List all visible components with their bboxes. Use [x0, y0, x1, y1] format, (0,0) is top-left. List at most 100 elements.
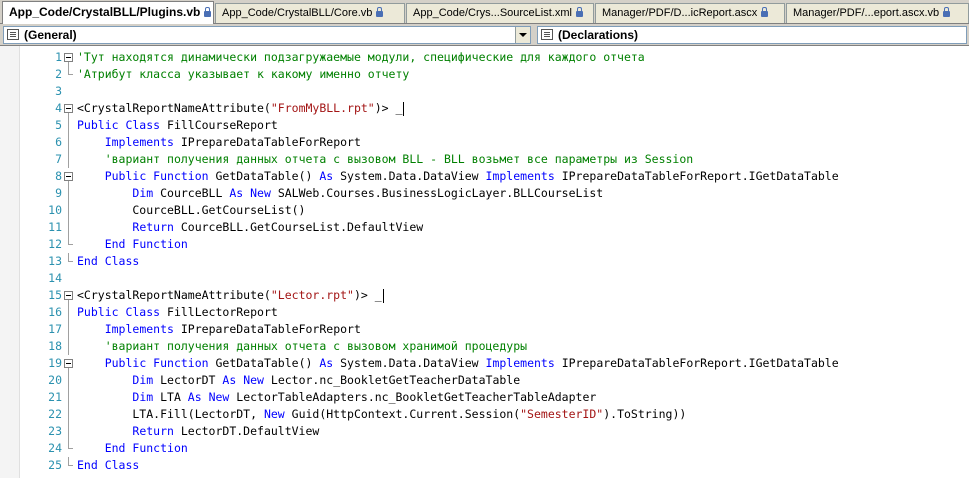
code-text[interactable]: <CrystalReportNameAttribute("Lector.rpt"…: [77, 287, 384, 304]
code-line[interactable]: 24 End Function: [0, 440, 969, 457]
keyword-token: Return: [132, 424, 174, 438]
code-line[interactable]: 15 <CrystalReportNameAttribute("Lector.rp…: [0, 287, 969, 304]
method-name-dropdown[interactable]: (Declarations): [537, 26, 967, 44]
code-token: System.Data.DataView: [333, 169, 486, 183]
navigation-bar: (General) (Declarations): [0, 24, 969, 46]
code-token: <CrystalReportNameAttribute(: [77, 288, 271, 302]
code-line[interactable]: 18 'вариант получения данных отчета с вы…: [0, 338, 969, 355]
code-line[interactable]: 16 Public Class FillLectorReport: [0, 304, 969, 321]
string-token: "Lector.rpt": [270, 288, 354, 302]
code-line[interactable]: 25 End Class: [0, 457, 969, 474]
code-line[interactable]: 20 Dim LectorDT As New Lector.nc_Booklet…: [0, 372, 969, 389]
code-line[interactable]: 8 Public Function GetDataTable() As Syst…: [0, 168, 969, 185]
code-token: GetDataTable(): [208, 356, 320, 370]
code-line[interactable]: 12 End Function: [0, 236, 969, 253]
tab-report-ascx-vb[interactable]: Manager/PDF/...eport.ascx.vb: [786, 3, 969, 23]
code-line[interactable]: 14: [0, 270, 969, 287]
code-line[interactable]: 5 Public Class FillCourseReport: [0, 117, 969, 134]
code-text[interactable]: Implements IPrepareDataTableForReport: [77, 134, 361, 151]
code-text[interactable]: 'вариант получения данных отчета с вызов…: [77, 338, 527, 355]
code-line[interactable]: 6 Implements IPrepareDataTableForReport: [0, 134, 969, 151]
class-name-dropdown[interactable]: (General): [3, 26, 531, 44]
keyword-token: As: [319, 169, 334, 183]
comment-token: 'Тут находятся динамически подзагружаемы…: [77, 50, 645, 64]
code-token: GetDataTable(): [208, 169, 320, 183]
code-token: LectorDT: [153, 373, 223, 387]
code-token: CourceBLL.GetCourseList.DefaultView: [173, 220, 424, 234]
code-token: System.Data.DataView: [333, 356, 486, 370]
chevron-down-icon[interactable]: [515, 27, 530, 43]
code-editor[interactable]: 1 'Тут находятся динамически подзагружаем…: [0, 46, 969, 478]
code-text[interactable]: Dim LTA As New LectorTableAdapters.nc_Bo…: [77, 389, 596, 406]
collapse-icon[interactable]: [63, 168, 73, 185]
code-text[interactable]: End Class: [77, 457, 139, 474]
class-name-value: (General): [24, 28, 77, 42]
code-line[interactable]: 11 Return CourceBLL.GetCourseList.Defaul…: [0, 219, 969, 236]
code-text[interactable]: <CrystalReportNameAttribute("FromMyBLL.r…: [77, 100, 405, 117]
code-text[interactable]: 'Тут находятся динамически подзагружаемы…: [77, 49, 645, 66]
text-cursor: [403, 101, 405, 116]
code-token: )> _: [353, 288, 382, 302]
line-number: 4: [55, 101, 62, 115]
code-text[interactable]: End Class: [77, 253, 139, 270]
code-token: FillLectorReport: [160, 305, 278, 319]
code-text[interactable]: LTA.Fill(LectorDT, New Guid(HttpContext.…: [77, 406, 686, 423]
collapse-icon[interactable]: [63, 355, 73, 372]
code-text[interactable]: Dim LectorDT As New Lector.nc_BookletGet…: [77, 372, 520, 389]
line-number: 2: [55, 67, 62, 81]
keyword-token: Public Function: [104, 169, 209, 183]
code-text[interactable]: Implements IPrepareDataTableForReport: [77, 321, 361, 338]
fold-line: [63, 389, 73, 406]
line-number: 13: [48, 254, 62, 268]
lock-icon: [575, 7, 583, 17]
code-text[interactable]: Public Class FillLectorReport: [77, 304, 278, 321]
code-line[interactable]: 13 End Class: [0, 253, 969, 270]
code-text[interactable]: Return CourceBLL.GetCourseList.DefaultVi…: [77, 219, 423, 236]
code-text[interactable]: Dim CourceBLL As New SALWeb.Courses.Busi…: [77, 185, 603, 202]
code-token: IPrepareDataTableForReport: [173, 322, 361, 336]
fold-end: [63, 236, 73, 253]
code-line[interactable]: 1 'Тут находятся динамически подзагружаем…: [0, 49, 969, 66]
code-text[interactable]: End Function: [77, 236, 188, 253]
code-line[interactable]: 2 'Атрибут класса указывает к какому имен…: [0, 66, 969, 83]
code-text[interactable]: 'Атрибут класса указывает к какому именн…: [77, 66, 409, 83]
code-text[interactable]: Public Class FillCourseReport: [77, 117, 278, 134]
keyword-token: Public Class: [77, 305, 161, 319]
code-line[interactable]: 21 Dim LTA As New LectorTableAdapters.nc…: [0, 389, 969, 406]
tab-core-vb[interactable]: App_Code/CrystalBLL/Core.vb: [215, 3, 405, 23]
line-number: 19: [48, 356, 62, 370]
code-line[interactable]: 10 CourceBLL.GetCourseList(): [0, 202, 969, 219]
code-text[interactable]: 'вариант получения данных отчета с вызов…: [77, 151, 694, 168]
code-text[interactable]: Return LectorDT.DefaultView: [77, 423, 319, 440]
code-text[interactable]: Public Function GetDataTable() As System…: [77, 355, 839, 372]
line-number: 7: [55, 152, 62, 166]
collapse-icon[interactable]: [63, 49, 73, 66]
code-text[interactable]: End Function: [77, 440, 188, 457]
fold-line: [63, 372, 73, 389]
tab-sourcelist-xml[interactable]: App_Code/Crys...SourceList.xml: [406, 3, 594, 23]
line-number: 3: [55, 84, 62, 98]
code-line[interactable]: 23 Return LectorDT.DefaultView: [0, 423, 969, 440]
tab-plugins-vb[interactable]: App_Code/CrystalBLL/Plugins.vb: [2, 1, 214, 24]
code-text[interactable]: Public Function GetDataTable() As System…: [77, 168, 839, 185]
code-line[interactable]: 7 'вариант получения данных отчета с выз…: [0, 151, 969, 168]
code-line[interactable]: 22 LTA.Fill(LectorDT, New Guid(HttpConte…: [0, 406, 969, 423]
code-line[interactable]: 17 Implements IPrepareDataTableForReport: [0, 321, 969, 338]
fold-line: [63, 117, 73, 134]
lock-icon: [376, 7, 384, 17]
code-line[interactable]: 9 Dim CourceBLL As New SALWeb.Courses.Bu…: [0, 185, 969, 202]
code-line[interactable]: 19 Public Function GetDataTable() As Sys…: [0, 355, 969, 372]
code-line[interactable]: 3: [0, 83, 969, 100]
collapse-icon[interactable]: [63, 100, 73, 117]
tab-report-ascx[interactable]: Manager/PDF/D...icReport.ascx: [595, 3, 785, 23]
method-name-value: (Declarations): [558, 28, 639, 42]
code-text[interactable]: CourceBLL.GetCourseList(): [77, 202, 305, 219]
collapse-icon[interactable]: [63, 287, 73, 304]
code-line[interactable]: 4 <CrystalReportNameAttribute("FromMyBLL.…: [0, 100, 969, 117]
